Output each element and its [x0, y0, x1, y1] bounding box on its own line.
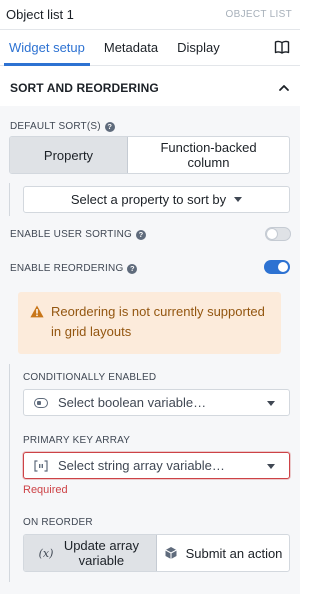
sort-function-column-button[interactable]: Function-backed column — [128, 137, 289, 173]
update-array-variable-button[interactable]: (x) Update array variable — [24, 535, 157, 571]
submit-action-label: Submit an action — [185, 545, 283, 561]
submit-action-button[interactable]: Submit an action — [157, 535, 289, 571]
tab-display[interactable]: Display — [172, 30, 225, 65]
primary-key-array-label: PRIMARY KEY ARRAY — [23, 435, 131, 446]
boolean-variable-select[interactable]: Select boolean variable… — [23, 389, 290, 416]
variable-icon: (x) — [38, 546, 54, 560]
warning-icon — [30, 305, 44, 318]
caret-down-icon — [267, 401, 275, 406]
string-array-placeholder: Select string array variable… — [58, 458, 225, 473]
reordering-label: ENABLE REORDERING ? — [10, 263, 138, 274]
book-icon[interactable] — [274, 39, 290, 55]
conditionally-enabled-label: CONDITIONALLY ENABLED — [23, 372, 157, 383]
widget-title[interactable]: Object list 1 — [6, 7, 74, 22]
boolean-variable-placeholder: Select boolean variable… — [58, 395, 207, 410]
cube-icon — [164, 547, 177, 559]
warning-text: Reordering is not currently supported in… — [51, 304, 265, 339]
boolean-variable-icon — [34, 397, 48, 409]
indent-line — [9, 364, 10, 582]
sort-property-button[interactable]: Property — [10, 137, 128, 173]
sort-type-toggle: Property Function-backed column — [9, 136, 290, 174]
default-sort-label: DEFAULT SORT(S) ? — [10, 121, 115, 132]
string-array-icon — [34, 459, 48, 472]
switch-knob — [278, 262, 288, 272]
caret-down-icon — [267, 464, 275, 469]
required-error-text: Required — [23, 484, 68, 496]
update-array-variable-label: Update array variable — [63, 538, 139, 568]
sort-property-select-label: Select a property to sort by — [70, 192, 227, 207]
switch-knob — [267, 229, 277, 239]
panel-header: Object list 1 OBJECT LIST — [0, 0, 300, 30]
caret-down-icon — [234, 197, 243, 202]
reordering-switch[interactable] — [264, 260, 290, 274]
user-sorting-switch[interactable] — [265, 227, 291, 241]
config-tabs: Widget setup Metadata Display — [0, 30, 300, 66]
on-reorder-toggle: (x) Update array variable Submit an acti… — [23, 534, 290, 572]
widget-type-label: OBJECT LIST — [225, 9, 292, 20]
on-reorder-label: ON REORDER — [23, 517, 93, 528]
section-header[interactable]: SORT AND REORDERING — [10, 79, 290, 97]
string-array-variable-select[interactable]: Select string array variable… — [23, 452, 290, 479]
help-icon[interactable]: ? — [104, 121, 115, 132]
help-icon[interactable]: ? — [135, 229, 146, 240]
chevron-up-icon[interactable] — [278, 82, 290, 94]
indent-line — [9, 183, 10, 216]
warning-callout: Reordering is not currently supported in… — [18, 292, 281, 354]
section-title: SORT AND REORDERING — [10, 81, 159, 95]
sort-property-select[interactable]: Select a property to sort by — [23, 186, 290, 213]
user-sorting-label: ENABLE USER SORTING ? — [10, 229, 146, 240]
tab-widget-setup[interactable]: Widget setup — [4, 30, 90, 66]
tab-metadata[interactable]: Metadata — [99, 30, 163, 65]
help-icon[interactable]: ? — [127, 263, 138, 274]
